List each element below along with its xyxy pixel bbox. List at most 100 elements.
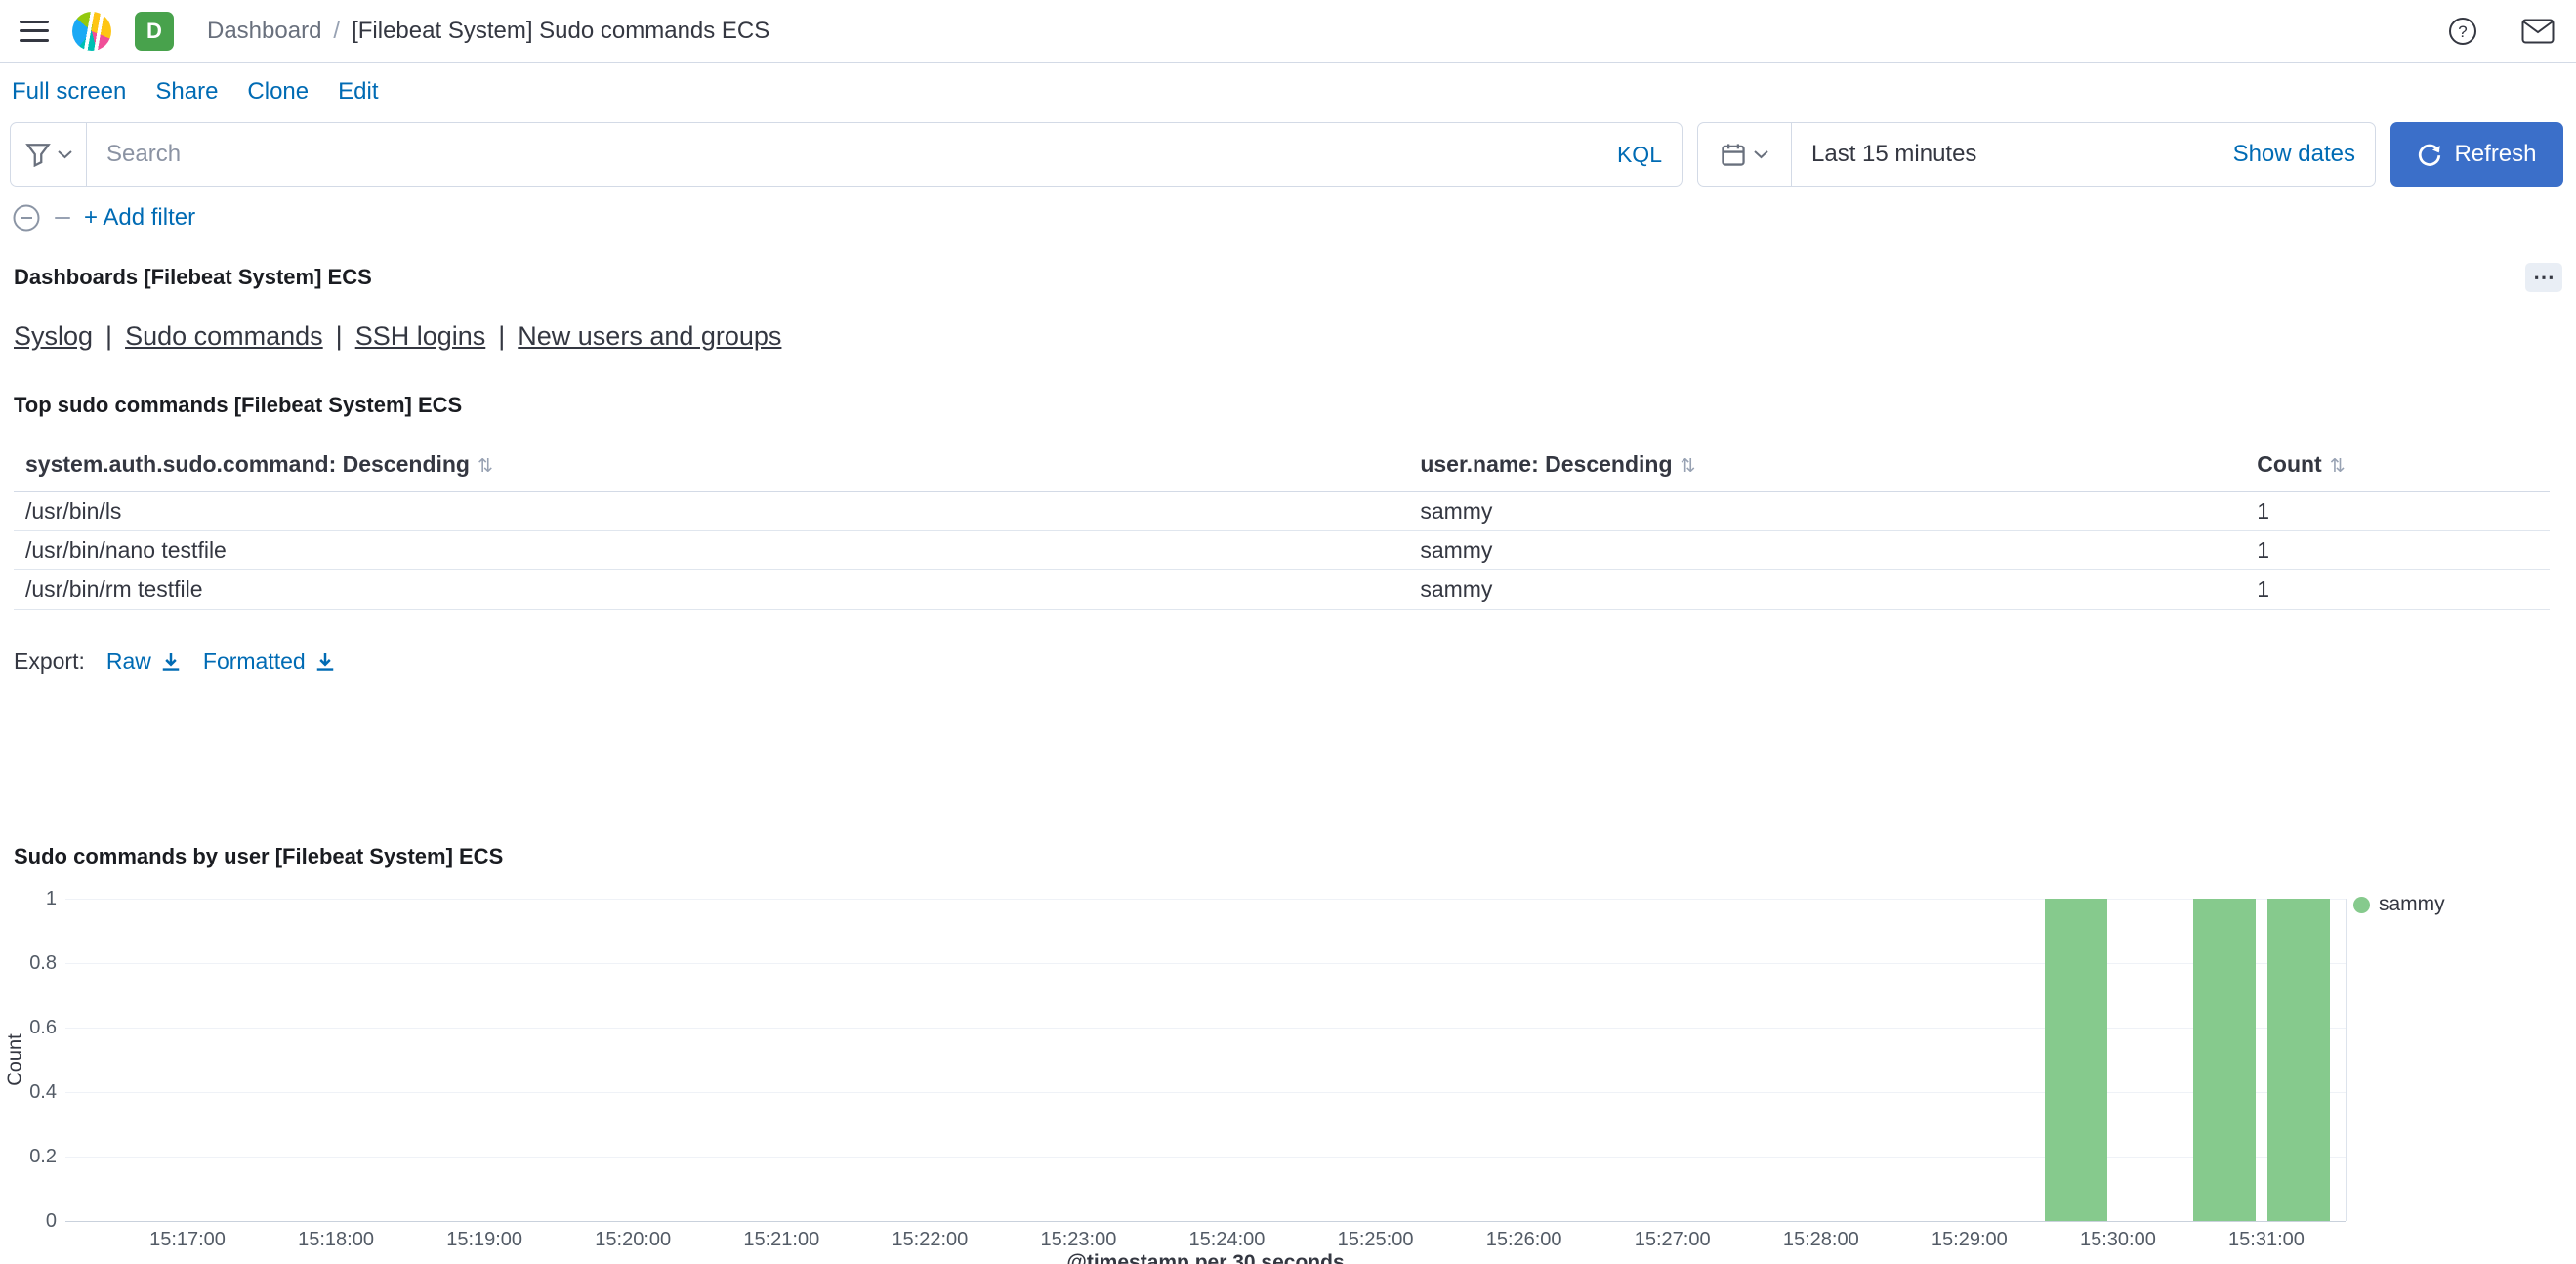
x-axis-tick-label: 15:20:00 bbox=[595, 1229, 672, 1250]
export-label: Export: bbox=[14, 649, 85, 674]
cell-command: /usr/bin/nano testfile bbox=[14, 530, 1409, 570]
table-panel-title: Top sudo commands [Filebeat System] ECS bbox=[14, 393, 463, 417]
dashboard-links: Syslog | Sudo commands | SSH logins | New user… bbox=[14, 321, 2562, 352]
y-axis-tick-label: 0 bbox=[45, 1210, 57, 1232]
filter-bar: + Add filter bbox=[12, 202, 2576, 233]
mail-icon[interactable] bbox=[2521, 19, 2555, 44]
breadcrumb: Dashboard / [Filebeat System] Sudo comma… bbox=[207, 18, 769, 45]
show-dates-button[interactable]: Show dates bbox=[2233, 141, 2375, 168]
panel-menu-button[interactable]: ⋯ bbox=[2525, 263, 2562, 292]
cell-count: 1 bbox=[2245, 530, 2550, 570]
space-avatar[interactable]: D bbox=[135, 11, 174, 51]
export-row: Export: Raw Formatted bbox=[14, 649, 2562, 675]
filter-bar-dash bbox=[55, 217, 70, 219]
chart-panel-title: Sudo commands by user [Filebeat System] … bbox=[14, 844, 504, 868]
sort-icon: ⇅ bbox=[1680, 456, 1696, 477]
menu-icon[interactable] bbox=[20, 20, 49, 42]
x-axis-tick-label: 15:25:00 bbox=[1337, 1229, 1414, 1250]
bar-chart: Count @timestamp per 30 seconds sammy 0 0… bbox=[5, 873, 2562, 1264]
breadcrumb-dashboard[interactable]: Dashboard bbox=[207, 18, 321, 45]
link-syslog[interactable]: Syslog bbox=[14, 321, 93, 351]
x-axis-tick-label: 15:17:00 bbox=[149, 1229, 226, 1250]
chart-bar[interactable] bbox=[2192, 899, 2256, 1221]
column-header-username[interactable]: user.name: Descending ⇅ bbox=[1408, 443, 2246, 492]
table-row: /usr/bin/nano testfile sammy 1 bbox=[14, 530, 2550, 570]
chevron-down-icon bbox=[1754, 150, 1768, 159]
y-gridline bbox=[65, 1028, 2346, 1029]
y-axis-tick-label: 1 bbox=[45, 888, 57, 909]
svg-text:?: ? bbox=[2458, 22, 2467, 41]
refresh-button[interactable]: Refresh bbox=[2390, 122, 2563, 187]
link-separator: | bbox=[105, 321, 113, 351]
table-row: /usr/bin/ls sammy 1 bbox=[14, 491, 2550, 531]
column-header-count[interactable]: Count ⇅ bbox=[2245, 443, 2550, 492]
link-separator: | bbox=[498, 321, 506, 351]
link-separator: | bbox=[335, 321, 343, 351]
share-button[interactable]: Share bbox=[155, 78, 218, 105]
y-axis-title: Count bbox=[4, 1033, 26, 1086]
cell-command: /usr/bin/ls bbox=[14, 491, 1409, 531]
search-input[interactable] bbox=[87, 141, 1617, 168]
edit-button[interactable]: Edit bbox=[338, 78, 378, 105]
x-axis-tick-label: 15:30:00 bbox=[2079, 1229, 2156, 1250]
plot-right-border bbox=[2346, 899, 2347, 1221]
help-icon[interactable]: ? bbox=[2447, 16, 2478, 47]
y-gridline bbox=[65, 1092, 2346, 1093]
clone-button[interactable]: Clone bbox=[247, 78, 309, 105]
search-box: KQL bbox=[10, 122, 1683, 187]
x-axis-tick-label: 15:31:00 bbox=[2228, 1229, 2305, 1250]
saved-query-menu-button[interactable] bbox=[11, 123, 87, 186]
chart-bar[interactable] bbox=[2044, 899, 2107, 1221]
page-title: [Filebeat System] Sudo commands ECS bbox=[352, 17, 770, 44]
x-axis-tick-label: 15:22:00 bbox=[892, 1229, 969, 1250]
legend-item-sammy[interactable]: sammy bbox=[2353, 893, 2445, 916]
refresh-icon bbox=[2419, 144, 2441, 166]
cell-username: sammy bbox=[1408, 569, 2246, 610]
sort-icon: ⇅ bbox=[2329, 456, 2346, 477]
full-screen-button[interactable]: Full screen bbox=[12, 78, 126, 105]
link-new-users-groups[interactable]: New users and groups bbox=[518, 321, 781, 351]
chart-bar[interactable] bbox=[2266, 899, 2330, 1221]
chevron-down-icon bbox=[57, 150, 72, 159]
x-axis-tick-label: 15:27:00 bbox=[1634, 1229, 1711, 1250]
link-ssh-logins[interactable]: SSH logins bbox=[355, 321, 486, 351]
cell-command: /usr/bin/rm testfile bbox=[14, 569, 1409, 610]
y-axis-tick-label: 0.2 bbox=[29, 1146, 57, 1167]
y-gridline bbox=[65, 1157, 2346, 1158]
link-sudo-commands[interactable]: Sudo commands bbox=[125, 321, 323, 351]
kql-menu-button[interactable]: KQL bbox=[1617, 142, 1682, 168]
x-axis-tick-label: 15:24:00 bbox=[1188, 1229, 1266, 1250]
filter-options-icon[interactable] bbox=[12, 203, 41, 232]
quick-select-button[interactable] bbox=[1698, 123, 1792, 186]
y-axis-tick-label: 0.8 bbox=[29, 952, 57, 974]
sort-icon: ⇅ bbox=[477, 456, 493, 477]
y-axis-tick-label: 0.6 bbox=[29, 1017, 57, 1038]
cell-count: 1 bbox=[2245, 491, 2550, 531]
x-axis-tick-label: 15:18:00 bbox=[298, 1229, 374, 1250]
export-raw-link[interactable]: Raw bbox=[106, 649, 182, 675]
y-gridline bbox=[65, 899, 2346, 900]
x-axis-tick-label: 15:26:00 bbox=[1485, 1229, 1562, 1250]
y-axis-tick-label: 0.4 bbox=[29, 1081, 57, 1103]
filter-icon bbox=[24, 144, 51, 167]
top-bar: D Dashboard / [Filebeat System] Sudo com… bbox=[0, 0, 2576, 63]
x-axis-tick-label: 15:19:00 bbox=[446, 1229, 523, 1250]
download-icon bbox=[316, 652, 333, 671]
table-row: /usr/bin/rm testfile sammy 1 bbox=[14, 569, 2550, 610]
cell-username: sammy bbox=[1408, 530, 2246, 570]
time-range-value[interactable]: Last 15 minutes bbox=[1792, 141, 1976, 168]
add-filter-button[interactable]: + Add filter bbox=[84, 204, 195, 232]
legend-label: sammy bbox=[2379, 893, 2445, 915]
x-axis-line bbox=[65, 1221, 2346, 1222]
column-header-command[interactable]: system.auth.sudo.command: Descending ⇅ bbox=[14, 443, 1409, 492]
elastic-logo-icon[interactable] bbox=[72, 11, 111, 51]
time-picker: Last 15 minutes Show dates bbox=[1697, 122, 2376, 187]
query-bar: KQL Last 15 minutes Show dates Refresh bbox=[10, 122, 2563, 187]
export-formatted-link[interactable]: Formatted bbox=[203, 649, 336, 675]
download-icon bbox=[162, 652, 180, 671]
x-axis-tick-label: 15:21:00 bbox=[743, 1229, 820, 1250]
dashboard-action-bar: Full screen Share Clone Edit bbox=[0, 63, 2576, 105]
calendar-icon bbox=[1722, 144, 1745, 166]
cell-count: 1 bbox=[2245, 569, 2550, 610]
y-gridline bbox=[65, 963, 2346, 964]
